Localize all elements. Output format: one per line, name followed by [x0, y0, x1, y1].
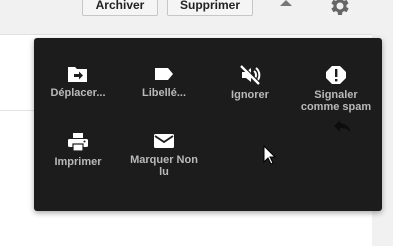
- report-spam-icon: [326, 66, 346, 84]
- menu-item-label: Libellé...: [141, 87, 186, 99]
- label-button[interactable]: Libellé...: [124, 65, 204, 99]
- move-to-button[interactable]: Déplacer...: [38, 65, 118, 99]
- toolbar: Archiver Supprimer: [0, 0, 393, 35]
- print-icon: [68, 133, 88, 152]
- menu-item-label: Signaler comme spam: [300, 89, 372, 113]
- menu-item-label: Marquer Non lu: [130, 154, 198, 178]
- mark-unread-button[interactable]: Marquer Non lu: [124, 132, 204, 178]
- mute-icon: [240, 65, 261, 85]
- print-button[interactable]: Imprimer: [38, 132, 118, 168]
- archive-button[interactable]: Archiver: [82, 0, 158, 16]
- report-spam-button[interactable]: Signaler comme spam: [296, 65, 376, 113]
- menu-item-label: Imprimer: [54, 156, 102, 168]
- move-to-folder-icon: [68, 67, 87, 82]
- mark-unread-icon: [154, 134, 174, 148]
- menu-item-label: Ignorer: [231, 89, 269, 101]
- menu-item-label: Déplacer...: [50, 87, 106, 99]
- reply-arrow-icon: [334, 120, 351, 133]
- more-actions-menu: Déplacer... Libellé... Ignorer Signaler …: [34, 38, 382, 211]
- collapse-caret-icon[interactable]: [280, 0, 292, 6]
- delete-button[interactable]: Supprimer: [167, 0, 253, 16]
- label-tag-icon: [155, 68, 173, 80]
- mouse-cursor-icon: [263, 145, 276, 165]
- mute-button[interactable]: Ignorer: [210, 65, 290, 101]
- gear-icon[interactable]: [327, 0, 351, 18]
- list-divider: [0, 110, 34, 111]
